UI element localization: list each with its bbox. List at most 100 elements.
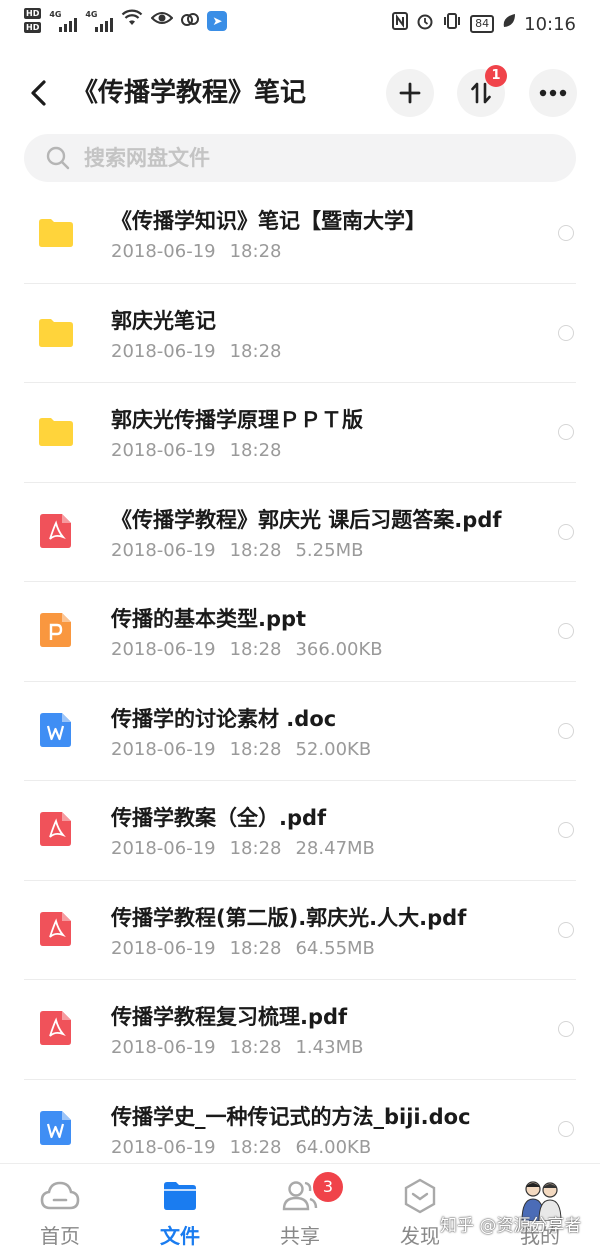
file-size: 64.55MB xyxy=(295,937,375,959)
file-time: 18:28 xyxy=(229,738,282,760)
alarm-icon xyxy=(416,12,434,36)
pdf-file-icon xyxy=(38,513,72,553)
file-date: 2018-06-19 xyxy=(111,1037,216,1058)
select-radio[interactable] xyxy=(558,1120,574,1137)
list-item[interactable]: 郭庆光笔记 2018-06-19 18:28 xyxy=(24,284,576,383)
file-name: 郭庆光传播学原理ＰＰＴ版 xyxy=(111,408,363,432)
file-time: 18:28 xyxy=(229,340,282,362)
file-meta: 2018-06-19 18:28 xyxy=(111,239,309,265)
more-button[interactable] xyxy=(529,69,577,117)
leaf-icon xyxy=(502,13,516,35)
page-title: 《传播学教程》笔记 xyxy=(72,78,307,108)
signal-icon-2: 4G xyxy=(85,10,114,32)
battery-indicator: 84 xyxy=(470,15,495,33)
discover-icon xyxy=(404,1178,436,1214)
search-bar[interactable] xyxy=(24,134,576,182)
list-item[interactable]: 传播学教程(第二版).郭庆光.人大.pdf 2018-06-19 18:28 64.… xyxy=(24,881,576,980)
pdf-file-icon xyxy=(38,1011,72,1050)
file-meta: 2018-06-19 18:28 xyxy=(111,339,309,365)
list-item[interactable]: 传播学教案（全）.pdf 2018-06-19 18:28 28.47MB xyxy=(24,781,576,881)
status-bar-right: 84 10:16 xyxy=(392,12,576,36)
select-radio[interactable] xyxy=(558,722,574,739)
file-date: 2018-06-19 xyxy=(111,539,216,561)
select-radio[interactable] xyxy=(558,424,574,440)
select-radio[interactable] xyxy=(558,921,574,938)
file-date: 2018-06-19 xyxy=(111,838,216,859)
file-time: 18:28 xyxy=(229,1136,282,1158)
status-bar-left: HD HD 4G 4G ➤ xyxy=(24,8,228,33)
select-radio[interactable] xyxy=(558,523,574,540)
header: 《传播学教程》笔记 1 xyxy=(0,64,600,122)
file-meta: 2018-06-19 18:28 28.47MB xyxy=(111,836,389,862)
select-radio[interactable] xyxy=(558,324,574,341)
folder-icon xyxy=(38,216,74,252)
list-item[interactable]: 《传播学教程》郭庆光 课后习题答案.pdf 2018-06-19 18:28 5.2… xyxy=(24,483,576,582)
file-size: 52.00KB xyxy=(295,738,372,760)
nfc-icon xyxy=(392,12,409,36)
pdf-file-icon xyxy=(38,812,72,851)
file-meta: 2018-06-19 18:28 64.55MB xyxy=(111,936,389,962)
search-icon xyxy=(46,146,70,170)
file-meta: 2018-06-19 18:28 5.25MB xyxy=(111,538,377,564)
plus-icon xyxy=(399,82,421,104)
file-date: 2018-06-19 xyxy=(111,440,216,461)
hd-label-2: HD xyxy=(24,22,42,33)
file-date: 2018-06-19 xyxy=(111,937,216,959)
file-name: 《传播学教程》郭庆光 课后习题答案.pdf xyxy=(111,507,502,532)
file-name: 传播学的讨论素材 .doc xyxy=(111,706,337,731)
nav-home-label: 首页 xyxy=(40,1224,80,1247)
list-item[interactable]: 传播的基本类型.ppt 2018-06-19 18:28 366.00KB xyxy=(24,582,576,682)
nav-share[interactable]: 共享 3 xyxy=(240,1164,360,1247)
status-bar: HD HD 4G 4G ➤ 84 10:16 xyxy=(0,0,600,50)
watermark: 知乎 @资源分享者 xyxy=(440,1216,582,1236)
file-size: 5.25MB xyxy=(295,539,364,561)
search-input[interactable] xyxy=(84,146,504,170)
cloud-icon xyxy=(40,1181,80,1210)
wifi-icon xyxy=(121,9,143,33)
hd-label-1: HD xyxy=(24,8,42,19)
add-button[interactable] xyxy=(386,69,434,117)
file-date: 2018-06-19 xyxy=(111,639,216,660)
file-time: 18:28 xyxy=(229,539,282,561)
folder-icon xyxy=(38,415,74,451)
vibrate-icon xyxy=(442,12,462,36)
file-size: 366.00KB xyxy=(295,639,383,660)
back-button[interactable] xyxy=(24,76,56,110)
select-radio[interactable] xyxy=(558,623,574,639)
transfer-badge: 1 xyxy=(485,65,507,87)
file-meta: 2018-06-19 18:28 64.00KB xyxy=(111,1135,385,1161)
doc-file-icon xyxy=(38,712,72,752)
list-item[interactable]: 传播学教程复习梳理.pdf 2018-06-19 18:28 1.43MB xyxy=(24,980,576,1080)
eye-icon xyxy=(150,10,174,32)
nav-files[interactable]: 文件 xyxy=(120,1164,240,1247)
file-name: 郭庆光笔记 xyxy=(111,308,216,333)
list-item[interactable]: 《传播学知识》笔记【暨南大学】 2018-06-19 18:28 xyxy=(24,184,576,284)
file-meta: 2018-06-19 18:28 xyxy=(111,438,309,464)
file-size: 1.43MB xyxy=(295,1037,364,1058)
list-item[interactable]: 传播学的讨论素材 .doc 2018-06-19 18:28 52.00KB xyxy=(24,682,576,781)
file-meta: 2018-06-19 18:28 52.00KB xyxy=(111,737,385,763)
signal-icon: 4G xyxy=(49,10,78,32)
cloud-sync-icon xyxy=(181,10,200,32)
file-time: 18:28 xyxy=(229,838,282,859)
select-radio[interactable] xyxy=(558,1021,574,1037)
doc-file-icon xyxy=(38,1110,72,1150)
select-radio[interactable] xyxy=(558,822,574,838)
select-radio[interactable] xyxy=(558,225,574,241)
file-time: 18:28 xyxy=(229,241,282,262)
more-dots-icon xyxy=(539,89,567,97)
list-item[interactable]: 郭庆光传播学原理ＰＰＴ版 2018-06-19 18:28 xyxy=(24,383,576,483)
file-date: 2018-06-19 xyxy=(111,1136,216,1158)
file-name: 传播学教案（全）.pdf xyxy=(111,806,327,830)
file-name: 《传播学知识》笔记【暨南大学】 xyxy=(111,209,426,233)
hd-indicator: HD HD xyxy=(24,8,42,33)
file-time: 18:28 xyxy=(229,1037,282,1058)
transfer-button[interactable]: 1 xyxy=(457,65,507,117)
file-date: 2018-06-19 xyxy=(111,241,216,262)
pdf-file-icon xyxy=(38,911,72,951)
nav-share-label: 共享 xyxy=(280,1224,320,1247)
file-size: 28.47MB xyxy=(295,838,375,859)
ppt-file-icon xyxy=(38,613,72,652)
nav-home[interactable]: 首页 xyxy=(0,1164,120,1247)
file-meta: 2018-06-19 18:28 366.00KB xyxy=(111,637,397,663)
